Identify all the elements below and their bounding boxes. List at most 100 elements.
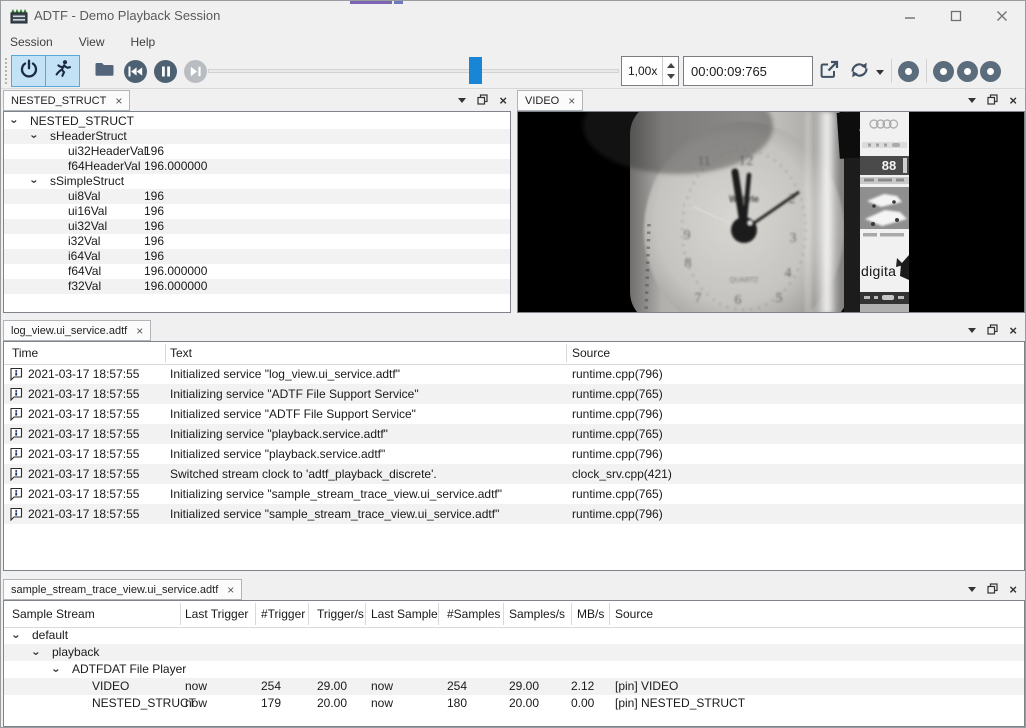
panel-close-icon[interactable]: × <box>499 96 507 106</box>
stream-row-video[interactable]: VIDEO now 254 29.00 now 254 29.00 2.12 [… <box>4 678 1024 695</box>
tree-row[interactable]: ›sSimpleStruct <box>4 174 510 189</box>
run-session-button[interactable] <box>45 55 80 87</box>
tree-value: 196.000000 <box>144 159 207 174</box>
column-header-source[interactable]: Source <box>572 346 610 360</box>
svg-text:9: 9 <box>684 228 691 243</box>
expander-icon[interactable]: › <box>28 652 45 656</box>
log-text: Initialized service "playback.service.ad… <box>170 444 385 464</box>
panel-menu-icon[interactable] <box>968 98 976 103</box>
maximize-button[interactable] <box>933 1 979 31</box>
tree-row[interactable]: ui8Val196 <box>4 189 510 204</box>
nested-struct-tree: ›NESTED_STRUCT ›sHeaderStruct ui32Header… <box>3 111 511 313</box>
panel-close-icon[interactable]: × <box>1009 585 1017 595</box>
column-header-triggers-per-s[interactable]: Trigger/s <box>317 607 364 621</box>
expander-icon[interactable]: › <box>8 635 25 639</box>
column-header-last-sample[interactable]: Last Sample <box>371 607 438 621</box>
tree-row[interactable]: ui16Val196 <box>4 204 510 219</box>
record-button-3[interactable] <box>957 61 978 82</box>
tree-row[interactable]: i32Val196 <box>4 234 510 249</box>
tree-row[interactable]: ›sHeaderStruct <box>4 129 510 144</box>
panel-menu-icon[interactable] <box>968 328 976 333</box>
record-button-1[interactable] <box>898 61 919 82</box>
stream-row-playback[interactable]: › playback <box>4 644 1024 661</box>
expander-icon[interactable]: › <box>27 135 42 139</box>
tree-row[interactable]: f64Val196.000000 <box>4 264 510 279</box>
panel-float-icon[interactable] <box>987 322 998 340</box>
tree-row[interactable]: f64HeaderVal196.000000 <box>4 159 510 174</box>
column-header-num-trigger[interactable]: #Trigger <box>261 607 305 621</box>
tab-log-view[interactable]: log_view.ui_service.adtf × <box>3 320 151 341</box>
speed-spin-arrows[interactable] <box>662 57 678 85</box>
title-bar[interactable]: ADTF - Demo Playback Session <box>1 1 1025 31</box>
seek-slider-track[interactable] <box>208 69 619 73</box>
video-display: 12 11 2 3 4 5 6 7 8 9 Wehrle QUARTZ <box>517 111 1025 313</box>
stream-name: default <box>32 627 68 644</box>
tab-close-icon[interactable]: × <box>115 96 122 106</box>
panel-close-icon[interactable]: × <box>1009 326 1017 336</box>
panel-float-icon[interactable] <box>987 92 998 110</box>
stream-row-nested-struct[interactable]: NESTED_STRUCT now 179 20.00 now 180 20.0… <box>4 695 1024 712</box>
tree-row[interactable]: i64Val196 <box>4 249 510 264</box>
detach-button[interactable] <box>816 59 842 85</box>
tab-close-icon[interactable]: × <box>136 326 143 336</box>
tab-close-icon[interactable]: × <box>568 96 575 106</box>
log-row[interactable]: 2021-03-17 18:57:55 Initialized service … <box>4 444 1024 464</box>
minimize-button[interactable] <box>887 1 933 31</box>
expander-icon[interactable]: › <box>7 120 22 124</box>
panel-menu-icon[interactable] <box>458 98 466 103</box>
tab-video[interactable]: VIDEO × <box>517 90 583 111</box>
column-header-sample-stream[interactable]: Sample Stream <box>12 607 95 621</box>
spin-up-icon[interactable] <box>667 63 675 68</box>
panel-float-icon[interactable] <box>987 581 998 599</box>
stream-row-default[interactable]: › default <box>4 627 1024 644</box>
seek-slider-handle[interactable] <box>469 57 482 84</box>
tree-value: 196 <box>144 144 164 159</box>
loop-button[interactable] <box>846 59 872 85</box>
nested-panel-controls: × <box>458 90 507 111</box>
panel-float-icon[interactable] <box>477 92 488 110</box>
log-row[interactable]: 2021-03-17 18:57:55 Initialized service … <box>4 504 1024 524</box>
log-row[interactable]: 2021-03-17 18:57:55 Initialized service … <box>4 364 1024 384</box>
log-row[interactable]: 2021-03-17 18:57:55 Initialized service … <box>4 404 1024 424</box>
column-header-num-samples[interactable]: #Samples <box>447 607 500 621</box>
menu-view[interactable]: View <box>79 35 105 49</box>
tree-row[interactable]: f32Val196.000000 <box>4 279 510 294</box>
log-row[interactable]: 2021-03-17 18:57:55 Initializing service… <box>4 484 1024 504</box>
column-header-mb-per-s[interactable]: MB/s <box>577 607 604 621</box>
playback-time-field[interactable]: 00:00:09:765 <box>683 56 813 86</box>
menu-session[interactable]: Session <box>10 35 53 49</box>
panel-menu-icon[interactable] <box>968 587 976 592</box>
playback-speed-spinbox[interactable]: 1,00x <box>621 56 679 86</box>
column-header-last-trigger[interactable]: Last Trigger <box>185 607 248 621</box>
toolbar-separator <box>926 59 927 83</box>
tab-close-icon[interactable]: × <box>227 585 234 595</box>
init-session-button[interactable] <box>11 55 46 87</box>
tree-row[interactable]: ›NESTED_STRUCT <box>4 114 510 129</box>
tree-value: 196.000000 <box>144 264 207 279</box>
record-button-4[interactable] <box>980 61 1001 82</box>
log-row[interactable]: 2021-03-17 18:57:55 Initializing service… <box>4 424 1024 444</box>
tab-sample-stream-trace[interactable]: sample_stream_trace_view.ui_service.adtf… <box>3 579 242 600</box>
tree-row[interactable]: ui32HeaderVal196 <box>4 144 510 159</box>
column-header-samples-per-s[interactable]: Samples/s <box>509 607 565 621</box>
tree-row[interactable]: ui32Val196 <box>4 219 510 234</box>
column-header-text[interactable]: Text <box>170 346 192 360</box>
open-file-button[interactable] <box>87 55 122 87</box>
loop-dropdown-button[interactable] <box>873 59 887 85</box>
expander-icon[interactable]: › <box>48 669 65 673</box>
log-row[interactable]: 2021-03-17 18:57:55 Switched stream cloc… <box>4 464 1024 484</box>
column-header-source[interactable]: Source <box>615 607 653 621</box>
record-button-2[interactable] <box>933 61 954 82</box>
tab-nested-struct[interactable]: NESTED_STRUCT × <box>3 90 130 111</box>
log-text: Initializing service "sample_stream_trac… <box>170 484 502 504</box>
column-header-time[interactable]: Time <box>12 346 38 360</box>
close-button[interactable] <box>979 1 1025 31</box>
log-row[interactable]: 2021-03-17 18:57:55 Initializing service… <box>4 384 1024 404</box>
stream-row-player[interactable]: › ADTFDAT File Player <box>4 661 1024 678</box>
panel-close-icon[interactable]: × <box>1009 96 1017 106</box>
toolbar-drag-handle[interactable] <box>5 58 7 84</box>
expander-icon[interactable]: › <box>27 180 42 184</box>
log-time: 2021-03-17 18:57:55 <box>28 364 139 384</box>
menu-help[interactable]: Help <box>131 35 156 49</box>
spin-down-icon[interactable] <box>667 74 675 79</box>
